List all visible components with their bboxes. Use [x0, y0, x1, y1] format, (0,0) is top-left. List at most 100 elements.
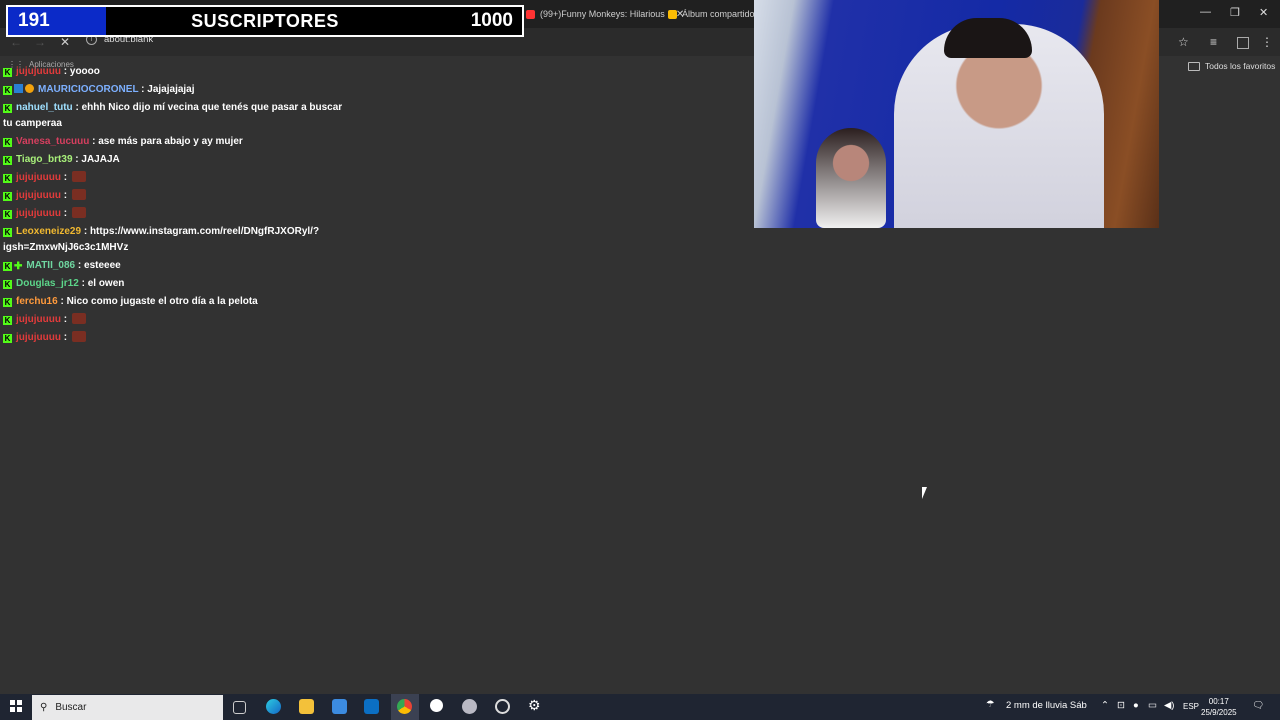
- chat-text: Jajajajajaj: [147, 84, 195, 95]
- chat-username[interactable]: MATII_086: [26, 260, 75, 271]
- language-indicator[interactable]: ESP: [1183, 702, 1199, 711]
- kick-badge-icon: K: [3, 104, 12, 113]
- outlook-icon[interactable]: [364, 699, 379, 714]
- chat-message: Kjujujuuuu :: [3, 206, 353, 222]
- network-icon[interactable]: ▭: [1148, 700, 1157, 711]
- chat-username[interactable]: Tiago_brt39: [16, 154, 73, 165]
- usb-icon[interactable]: ⊡: [1117, 700, 1125, 711]
- chat-username[interactable]: Douglas_jr12: [16, 278, 79, 289]
- kick-badge-icon: K: [3, 68, 12, 77]
- back-icon[interactable]: ←: [10, 35, 22, 49]
- browser-tab[interactable]: (99+)Funny Monkeys: Hilarious ✕: [526, 5, 684, 23]
- kick-badge-icon: K: [3, 334, 12, 343]
- recorder-icon[interactable]: [495, 699, 510, 714]
- kick-badge-icon: K: [3, 280, 12, 289]
- chat-message: K ✚ MATII_086 : esteeee: [3, 260, 121, 272]
- chat-message: Kferchu16 : Nico como jugaste el otro dí…: [3, 296, 258, 307]
- chat-message: K Leoxeneize29 : https://www.instagram.co…: [3, 226, 320, 253]
- emote-icon: [71, 207, 86, 218]
- task-view-icon[interactable]: [233, 701, 246, 714]
- tab-label: Álbum compartido -: [682, 9, 761, 19]
- chat-feed: Kjujujuuuu : yoooo K MAURICIOCORONEL : Jaj…: [3, 64, 353, 348]
- kick-badge-icon: K: [3, 156, 12, 165]
- emote-icon: [71, 313, 86, 324]
- chat-message: K MAURICIOCORONEL : Jajajajajaj: [3, 84, 195, 95]
- folder-icon: [1188, 61, 1200, 71]
- kick-badge-icon: K: [3, 192, 12, 201]
- chat-message: Knahuel_tutu : ehhh Nico dijo mí vecina …: [3, 102, 343, 129]
- browser-tab[interactable]: Álbum compartido -: [668, 5, 760, 23]
- webcam-feed: [754, 0, 1159, 228]
- stop-loading-icon[interactable]: ✕: [60, 35, 70, 49]
- chat-username[interactable]: jujujuuuu: [16, 172, 61, 183]
- forward-icon[interactable]: →: [34, 35, 46, 49]
- volume-icon[interactable]: ◀): [1164, 700, 1174, 711]
- kick-badge-icon: K: [3, 316, 12, 325]
- notifications-icon[interactable]: 🗨: [1252, 700, 1264, 711]
- blue-badge-icon: [14, 84, 23, 93]
- subscriber-goal-bar: 191 SUSCRIPTORES 1000: [6, 5, 524, 37]
- emote-icon: [71, 189, 86, 200]
- chat-message: Kjujujuuuu : yoooo: [3, 66, 100, 77]
- subscriber-goal: 1000: [470, 10, 513, 31]
- chrome-icon[interactable]: [397, 699, 412, 714]
- windows-start-icon[interactable]: [10, 700, 22, 712]
- chevron-up-icon[interactable]: ⌃: [1101, 700, 1109, 711]
- chat-username[interactable]: Vanesa_tucuuu: [16, 136, 89, 147]
- profile-icon[interactable]: [1237, 37, 1249, 49]
- edge-icon[interactable]: [266, 699, 281, 714]
- chat-username[interactable]: nahuel_tutu: [16, 102, 73, 113]
- settings-gear-icon[interactable]: ⚙: [528, 697, 543, 713]
- kick-badge-icon: K: [3, 262, 12, 271]
- chat-message: K Tiago_brt39 : JAJAJA: [3, 154, 120, 165]
- menu-icon[interactable]: ⋮: [1261, 35, 1273, 49]
- kick-badge-icon: K: [3, 86, 12, 95]
- chat-username[interactable]: ferchu16: [16, 296, 58, 307]
- clock[interactable]: 00:17 25/9/2025: [1201, 696, 1237, 718]
- weather-text[interactable]: 2 mm de lluvia Sáb: [1006, 700, 1087, 711]
- emote-icon: [71, 331, 86, 342]
- clock-time: 00:17: [1208, 697, 1229, 706]
- chat-message: K Vanesa_tucuuu : ase más para abajo y ay…: [3, 136, 243, 147]
- tab-favicon-icon: [526, 9, 535, 19]
- obs-icon[interactable]: [430, 699, 443, 712]
- kick-badge-icon: K: [3, 138, 12, 147]
- kick-badge-icon: K: [3, 298, 12, 307]
- microphone-icon[interactable]: ●: [1133, 700, 1139, 711]
- chat-message: Kjujujuuuu :: [3, 188, 353, 204]
- chat-username[interactable]: jujujuuuu: [16, 66, 61, 77]
- bookmark-star-icon[interactable]: ☆: [1178, 35, 1189, 49]
- chat-username[interactable]: jujujuuuu: [16, 190, 61, 201]
- chat-text: JAJAJA: [81, 154, 120, 165]
- chat-text: yoooo: [69, 66, 100, 77]
- webcam-person-secondary: [816, 128, 886, 228]
- chat-username[interactable]: jujujuuuu: [16, 208, 61, 219]
- tab-label: (99+)Funny Monkeys: Hilarious: [540, 9, 665, 19]
- subscriber-label: SUSCRIPTORES: [191, 11, 339, 31]
- chat-message: Kjujujuuuu :: [3, 170, 353, 186]
- chat-username[interactable]: jujujuuuu: [16, 314, 61, 325]
- maximize-icon[interactable]: ❐: [1230, 6, 1240, 19]
- close-window-icon[interactable]: ✕: [1259, 6, 1268, 19]
- kick-badge-icon: K: [3, 228, 12, 237]
- chat-username[interactable]: Leoxeneize29: [16, 226, 81, 237]
- file-explorer-icon[interactable]: [299, 699, 314, 714]
- chat-username[interactable]: jujujuuuu: [16, 332, 61, 343]
- media-control-icon[interactable]: ≡: [1210, 35, 1217, 49]
- chat-text: ase más para abajo y ay mujer: [98, 136, 243, 147]
- minimize-icon[interactable]: —: [1200, 6, 1211, 18]
- chat-username[interactable]: MAURICIOCORONEL: [38, 84, 138, 95]
- chat-text: el owen: [87, 278, 125, 289]
- mouse-cursor: [922, 487, 927, 499]
- kick-badge-icon: K: [3, 210, 12, 219]
- chat-message: K Douglas_jr12 : el owen: [3, 278, 125, 289]
- chat-message: Kjujujuuuu :: [3, 312, 353, 328]
- search-icon: ⚲: [40, 702, 48, 713]
- store-icon[interactable]: [332, 699, 347, 714]
- chat-text: esteeee: [84, 260, 121, 271]
- chat-text: Nico como jugaste el otro día a la pelot…: [66, 296, 258, 307]
- taskbar-search[interactable]: ⚲ Buscar: [32, 695, 223, 720]
- all-bookmarks[interactable]: Todos los favoritos: [1188, 61, 1275, 71]
- kick-badge-icon: K: [3, 174, 12, 183]
- app-icon[interactable]: [462, 699, 477, 714]
